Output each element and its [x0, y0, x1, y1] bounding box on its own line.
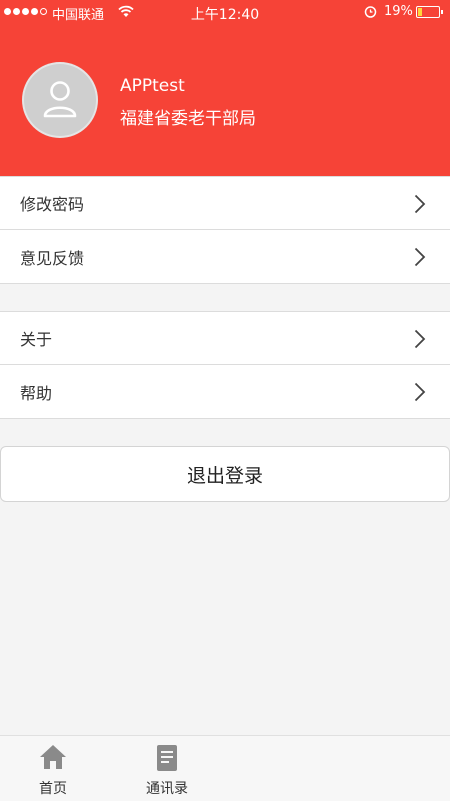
menu-item-change-password[interactable]: 修改密码	[0, 177, 450, 230]
menu-item-label: 意见反馈	[20, 248, 85, 268]
menu-item-label: 帮助	[20, 383, 53, 403]
chevron-right-icon	[414, 194, 426, 214]
alarm-icon	[364, 5, 377, 22]
battery-icon	[416, 6, 443, 18]
settings-group-account: 修改密码 意见反馈	[0, 176, 450, 284]
status-bar: 中国联通 上午12:40 19%	[0, 0, 450, 26]
menu-item-feedback[interactable]: 意见反馈	[0, 230, 450, 283]
tab-home[interactable]: 首页	[8, 736, 98, 801]
menu-item-label: 关于	[20, 330, 53, 349]
settings-group-info: 关于 帮助	[0, 311, 450, 419]
menu-item-about[interactable]: 关于	[0, 312, 450, 365]
user-name: APPtest	[120, 76, 185, 96]
chevron-right-icon	[414, 329, 426, 349]
avatar[interactable]	[22, 62, 98, 138]
menu-item-label: 修改密码	[20, 195, 85, 214]
tab-bar: 首页 通讯录	[0, 735, 450, 801]
tab-contacts-label: 通讯录	[146, 781, 188, 797]
menu-item-help[interactable]: 帮助	[0, 365, 450, 418]
chevron-right-icon	[414, 382, 426, 402]
tab-home-label: 首页	[39, 781, 67, 797]
battery-percentage: 19%	[384, 4, 413, 19]
logout-button[interactable]: 退出登录	[0, 446, 450, 502]
status-time: 上午12:40	[190, 7, 260, 23]
tab-contacts[interactable]: 通讯录	[122, 736, 212, 801]
home-icon	[40, 745, 66, 769]
user-silhouette-icon	[43, 81, 77, 118]
user-organization: 福建省委老干部局	[120, 109, 256, 129]
contacts-book-icon	[157, 745, 177, 771]
profile-header: 中国联通 上午12:40 19% APPtest 福建省委老干部局	[0, 0, 450, 176]
chevron-right-icon	[414, 247, 426, 267]
